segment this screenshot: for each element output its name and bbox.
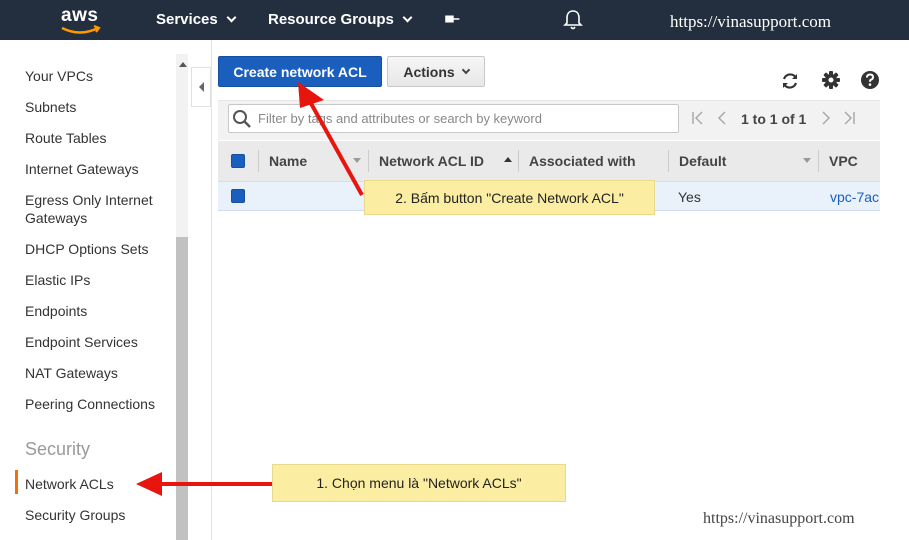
sidebar-item-nat-gateways[interactable]: NAT Gateways xyxy=(25,364,175,382)
last-page-icon[interactable] xyxy=(842,111,856,125)
search-icon xyxy=(233,110,251,128)
sidebar-item-internet-gateways[interactable]: Internet Gateways xyxy=(25,160,175,178)
refresh-icon[interactable] xyxy=(780,71,800,91)
bell-icon[interactable] xyxy=(563,9,583,31)
sidebar-item-endpoint-services[interactable]: Endpoint Services xyxy=(25,333,175,351)
create-network-acl-button[interactable]: Create network ACL xyxy=(218,56,382,87)
resource-groups-menu[interactable]: Resource Groups xyxy=(268,11,413,28)
sidebar-scrollbar-thumb[interactable] xyxy=(176,237,188,540)
chevron-down-icon xyxy=(226,12,237,23)
callout-step-2: 2. Bấm button "Create Network ACL" xyxy=(364,180,655,215)
top-navigation-bar: aws Services Resource Groups https://vin… xyxy=(0,0,909,40)
sidebar-item-your-vpcs[interactable]: Your VPCs xyxy=(25,67,175,85)
cell-vpc-link[interactable]: vpc-7ac xyxy=(830,189,879,205)
sidebar-item-elastic-ips[interactable]: Elastic IPs xyxy=(25,271,175,289)
watermark: https://vinasupport.com xyxy=(703,510,855,527)
sidebar-item-peering-connections[interactable]: Peering Connections xyxy=(25,395,175,413)
pagination-range: 1 to 1 of 1 xyxy=(741,111,807,127)
cell-default: Yes xyxy=(678,189,701,205)
sidebar-item-endpoints[interactable]: Endpoints xyxy=(25,302,175,320)
sidebar-item-subnets[interactable]: Subnets xyxy=(25,98,175,116)
active-indicator xyxy=(15,470,18,494)
actions-label: Actions xyxy=(403,63,455,80)
column-header-vpc[interactable]: VPC xyxy=(829,153,858,169)
sidebar-item-dhcp-options-sets[interactable]: DHCP Options Sets xyxy=(25,240,175,258)
services-label: Services xyxy=(156,11,218,28)
sort-icon[interactable] xyxy=(803,158,811,163)
column-header-network-acl-id[interactable]: Network ACL ID xyxy=(379,153,484,169)
callout-step-1: 1. Chọn menu là "Network ACLs" xyxy=(272,464,566,502)
services-menu[interactable]: Services xyxy=(156,11,237,28)
column-divider xyxy=(668,150,669,172)
first-page-icon[interactable] xyxy=(691,111,705,125)
column-header-name[interactable]: Name xyxy=(269,153,307,169)
aws-smile-icon xyxy=(61,24,101,34)
column-divider xyxy=(818,150,819,172)
row-checkbox[interactable] xyxy=(231,189,245,203)
sidebar-item-route-tables[interactable]: Route Tables xyxy=(25,129,175,147)
next-page-icon[interactable] xyxy=(820,111,832,125)
column-divider xyxy=(258,150,259,172)
sidebar-item-egress-only-internet-gateways[interactable]: Egress Only Internet Gateways xyxy=(25,191,175,227)
site-url: https://vinasupport.com xyxy=(670,12,832,31)
actions-dropdown[interactable]: Actions xyxy=(387,56,485,87)
chevron-down-icon xyxy=(402,12,413,23)
column-divider xyxy=(518,150,519,172)
column-header-associated-with[interactable]: Associated with xyxy=(529,153,636,169)
chevron-down-icon xyxy=(461,65,470,74)
search-placeholder: Filter by tags and attributes or search … xyxy=(258,111,542,126)
prev-page-icon[interactable] xyxy=(716,111,728,125)
sidebar-section-security: Security xyxy=(25,439,91,459)
sidebar: Your VPCs Subnets Route Tables Internet … xyxy=(0,40,190,540)
pin-icon[interactable] xyxy=(444,10,462,28)
select-all-checkbox[interactable] xyxy=(231,154,245,168)
sort-ascending-icon[interactable] xyxy=(504,157,512,162)
column-divider xyxy=(368,150,369,172)
sidebar-item-security-groups[interactable]: Security Groups xyxy=(25,506,175,524)
aws-logo[interactable]: aws xyxy=(58,4,104,36)
help-icon[interactable] xyxy=(860,70,880,90)
panel-divider xyxy=(211,40,212,540)
gear-icon[interactable] xyxy=(821,70,841,90)
column-header-default[interactable]: Default xyxy=(679,153,726,169)
scroll-up-arrow-icon[interactable] xyxy=(179,62,187,67)
sort-icon[interactable] xyxy=(353,158,361,163)
collapse-sidebar-button[interactable] xyxy=(191,67,211,107)
sidebar-item-network-acls[interactable]: Network ACLs xyxy=(25,475,175,493)
resource-groups-label: Resource Groups xyxy=(268,11,394,28)
